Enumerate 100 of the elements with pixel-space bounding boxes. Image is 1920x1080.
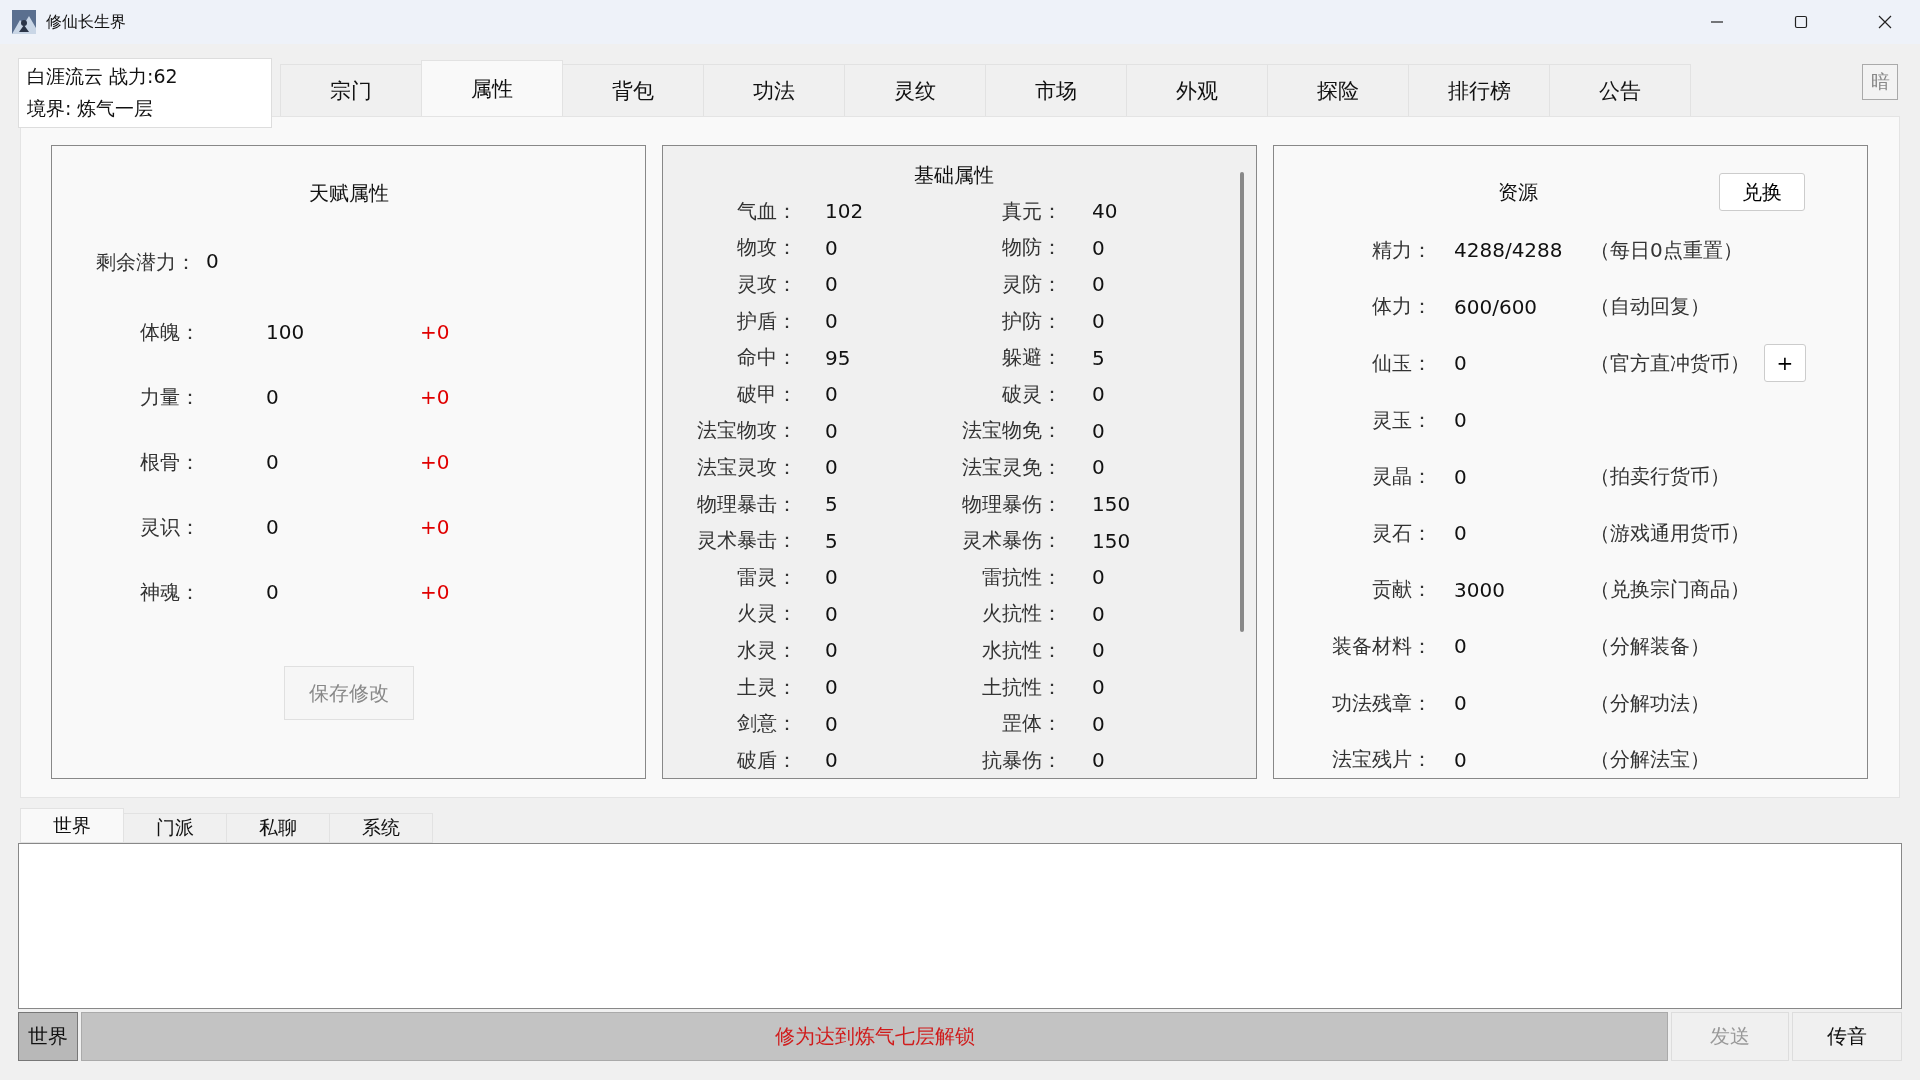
panel-title: 天赋属性 xyxy=(308,180,389,207)
stat-value: 0 xyxy=(1091,455,1106,480)
remaining-label: 剩余潜力： xyxy=(96,249,196,276)
attribute-bonus: +0 xyxy=(420,449,450,476)
chat-tab[interactable]: 私聊 xyxy=(226,813,330,843)
chat-tab[interactable]: 系统 xyxy=(329,813,433,843)
stat-value: 5 xyxy=(824,492,839,517)
stat-label: 灵攻： xyxy=(736,271,797,298)
stat-label: 躲避： xyxy=(1001,344,1062,372)
stat-label: 法宝物免： xyxy=(961,417,1062,445)
attribute-label: 体魄： xyxy=(139,319,200,346)
stat-value: 0 xyxy=(1091,382,1106,407)
attribute-value: 0 xyxy=(265,449,280,476)
stat-label: 护防： xyxy=(1001,307,1062,335)
stat-value: 0 xyxy=(1091,565,1106,590)
stat-value: 0 xyxy=(1091,711,1106,736)
stat-value: 150 xyxy=(1091,528,1132,553)
panel-title: 资源 xyxy=(1498,178,1538,206)
stat-label: 破甲： xyxy=(736,380,797,408)
resource-label: 灵玉： xyxy=(1371,406,1432,434)
stat-value: 0 xyxy=(824,272,839,297)
stat-value: 0 xyxy=(1091,418,1106,443)
window-title: 修仙长生界 xyxy=(46,11,126,33)
resource-label: 灵石： xyxy=(1371,519,1432,547)
stat-label: 土灵： xyxy=(736,673,797,701)
stat-value: 40 xyxy=(1091,199,1119,224)
stat-value: 0 xyxy=(824,235,839,260)
player-name-power: 白涯流云 战力:62 xyxy=(27,64,179,89)
resource-value: 3000 xyxy=(1453,577,1506,602)
panel-title: 基础属性 xyxy=(913,162,994,189)
stat-label: 火抗性： xyxy=(981,600,1062,628)
stat-label: 破盾： xyxy=(736,746,797,774)
resource-value: 0 xyxy=(1453,351,1468,376)
resource-label: 体力： xyxy=(1371,293,1432,321)
tab[interactable]: 公告 xyxy=(1549,64,1691,118)
resource-note: （每日0点重置） xyxy=(1590,236,1743,264)
stat-label: 真元： xyxy=(1001,197,1062,225)
stat-label: 灵防： xyxy=(1001,271,1062,298)
stat-label: 法宝物攻： xyxy=(696,417,797,445)
chat-tab[interactable]: 门派 xyxy=(123,813,227,843)
resource-value: 0 xyxy=(1453,691,1468,716)
resource-value: 0 xyxy=(1453,464,1468,489)
stat-value: 0 xyxy=(1091,748,1106,773)
tab[interactable]: 宗门 xyxy=(280,64,422,118)
resource-note: （拍卖行货币） xyxy=(1590,463,1730,491)
stat-value: 5 xyxy=(824,528,839,553)
attribute-label: 根骨： xyxy=(139,449,200,476)
resource-value: 4288/4288 xyxy=(1453,238,1564,263)
stat-value: 0 xyxy=(824,418,839,443)
stat-value: 0 xyxy=(1091,272,1106,297)
tab[interactable]: 属性 xyxy=(421,60,563,118)
resource-label: 精力： xyxy=(1371,236,1432,264)
stat-value: 0 xyxy=(1091,675,1106,699)
stat-label: 抗暴伤： xyxy=(981,746,1062,774)
attribute-value: 100 xyxy=(265,319,306,346)
stat-label: 法宝灵免： xyxy=(961,453,1062,481)
stat-label: 灵术暴伤： xyxy=(961,527,1062,555)
attribute-bonus: +0 xyxy=(420,579,450,606)
stat-label: 物防： xyxy=(1001,234,1062,262)
chat-tab[interactable]: 世界 xyxy=(20,808,124,843)
exchange-button[interactable]: 兑换 xyxy=(1719,173,1805,211)
stat-value: 0 xyxy=(824,565,839,590)
app-icon xyxy=(12,10,36,34)
stat-label: 土抗性： xyxy=(981,673,1062,701)
stat-label: 法宝灵攻： xyxy=(696,453,797,481)
voice-button[interactable]: 传音 xyxy=(1792,1012,1902,1061)
attribute-bonus: +0 xyxy=(420,319,450,346)
stat-value: 0 xyxy=(824,601,839,626)
stat-value: 150 xyxy=(1091,492,1132,517)
resource-label: 装备材料： xyxy=(1331,632,1432,660)
stat-value: 0 xyxy=(1091,601,1106,626)
stat-value: 102 xyxy=(824,199,865,224)
stat-label: 剑意： xyxy=(736,710,797,738)
resource-note: （官方直冲货币） xyxy=(1590,350,1750,377)
attribute-label: 神魂： xyxy=(139,579,200,606)
resource-note: （兑换宗门商品） xyxy=(1590,576,1750,604)
resource-value: 600/600 xyxy=(1453,294,1539,319)
attribute-label: 灵识： xyxy=(139,514,200,541)
attribute-bonus: +0 xyxy=(420,514,450,541)
stat-value: 0 xyxy=(824,382,839,407)
attribute-value: 0 xyxy=(265,384,280,411)
stat-label: 破灵： xyxy=(1001,380,1062,408)
resource-label: 贡献： xyxy=(1371,576,1432,604)
attribute-value: 0 xyxy=(265,514,280,541)
stat-value: 5 xyxy=(1091,345,1106,370)
resource-value: 0 xyxy=(1453,634,1468,659)
remaining-value: 0 xyxy=(206,249,219,275)
resource-label: 灵晶： xyxy=(1371,463,1432,491)
stat-value: 0 xyxy=(824,711,839,736)
stat-label: 水灵： xyxy=(736,636,797,664)
resource-value: 0 xyxy=(1453,408,1468,433)
stat-label: 物攻： xyxy=(736,234,797,262)
stat-value: 0 xyxy=(824,675,839,699)
stat-label: 罡体： xyxy=(1001,710,1062,738)
scrollbar[interactable] xyxy=(1240,172,1244,632)
stat-label: 火灵： xyxy=(736,600,797,628)
stat-value: 0 xyxy=(824,748,839,773)
stat-label: 命中： xyxy=(736,344,797,372)
resource-label: 功法残章： xyxy=(1331,689,1432,717)
add-button[interactable]: + xyxy=(1764,344,1806,383)
